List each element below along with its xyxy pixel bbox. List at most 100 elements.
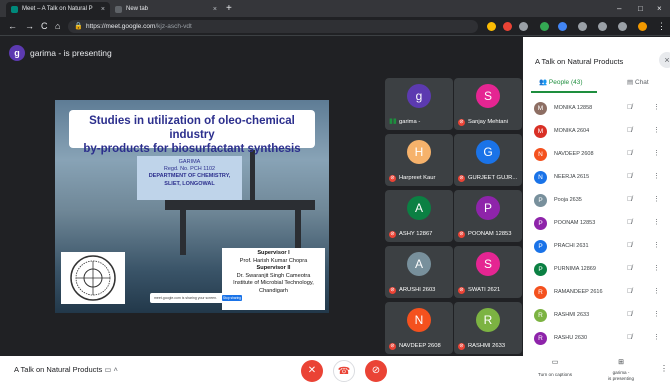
more-options-icon[interactable]: ⋮ bbox=[653, 172, 660, 182]
camera-toggle-button[interactable]: ⊘ bbox=[365, 360, 387, 382]
meeting-details-button[interactable]: A Talk on Natural Products ▭ ˄ bbox=[14, 365, 118, 375]
mic-off-icon[interactable]: 🎙̸ bbox=[627, 149, 632, 159]
participant-avatar: N bbox=[534, 148, 547, 161]
participant-tile[interactable]: N ⊘ NAVDEEP 2608 bbox=[385, 302, 453, 354]
people-panel: A Talk on Natural Products × 👥 People (4… bbox=[523, 37, 670, 383]
maximize-button[interactable]: □ bbox=[638, 0, 643, 17]
more-options-icon[interactable]: ⋮ bbox=[653, 103, 660, 113]
extension-icon[interactable] bbox=[618, 22, 627, 31]
participant-name: RASHMI 2633 bbox=[554, 312, 590, 318]
participant-tile[interactable]: g ▮▮ garima - bbox=[385, 78, 453, 130]
extension-icon[interactable] bbox=[598, 22, 607, 31]
tab-close-icon[interactable]: × bbox=[213, 2, 217, 17]
participant-avatar: A bbox=[407, 196, 431, 220]
participant-name: Pooja 2635 bbox=[554, 197, 582, 203]
more-options-icon[interactable]: ⋮ bbox=[653, 241, 660, 251]
captions-button-label[interactable]: Turn on captions bbox=[531, 372, 579, 378]
list-item[interactable]: N NAVDEEP 2608 🎙̸ ⋮ bbox=[523, 143, 670, 166]
profile-avatar[interactable] bbox=[638, 22, 647, 31]
list-item[interactable]: P Pooja 2635 🎙̸ ⋮ bbox=[523, 189, 670, 212]
more-options-icon[interactable]: ⋮ bbox=[653, 264, 660, 274]
reload-button[interactable]: C bbox=[41, 17, 48, 36]
more-options-icon[interactable]: ⋮ bbox=[660, 364, 668, 373]
participant-name: NAVDEEP 2608 bbox=[399, 343, 441, 349]
mic-off-icon[interactable]: 🎙̸ bbox=[627, 218, 632, 228]
rig-deck bbox=[165, 200, 315, 210]
extension-icon[interactable] bbox=[503, 22, 512, 31]
mic-off-icon[interactable]: 🎙̸ bbox=[627, 241, 632, 251]
extension-icon[interactable] bbox=[540, 22, 549, 31]
participant-tile[interactable]: R ⊘ RASHMI 2633 bbox=[454, 302, 522, 354]
more-options-icon[interactable]: ⋮ bbox=[653, 287, 660, 297]
mic-off-icon[interactable]: 🎙̸ bbox=[627, 172, 632, 182]
muted-mic-icon: ⊘ bbox=[458, 343, 465, 350]
participant-tile[interactable]: S ⊘ Sanjay Mehtani bbox=[454, 78, 522, 130]
tab-close-icon[interactable]: × bbox=[101, 2, 105, 17]
mic-off-icon[interactable]: 🎙̸ bbox=[627, 264, 632, 274]
tab-people[interactable]: 👥 People (43) bbox=[539, 78, 583, 88]
more-options-icon[interactable]: ⋮ bbox=[653, 149, 660, 159]
close-panel-button[interactable]: × bbox=[659, 52, 670, 68]
muted-mic-icon: ⊘ bbox=[458, 119, 465, 126]
stop-sharing-button[interactable]: Stop sharing bbox=[222, 295, 242, 301]
list-item[interactable]: P PURNIMA 12869 🎙̸ ⋮ bbox=[523, 258, 670, 281]
captions-icon[interactable]: ▭ bbox=[535, 358, 575, 366]
more-options-icon[interactable]: ⋮ bbox=[653, 310, 660, 320]
tab-meet[interactable]: Meet – A Talk on Natural P × bbox=[6, 2, 110, 17]
participant-tile[interactable]: S ⊘ SWATI 2621 bbox=[454, 246, 522, 298]
newtab-favicon-icon bbox=[115, 6, 122, 13]
muted-mic-icon: ⊘ bbox=[389, 343, 396, 350]
participant-tile[interactable]: A ⊘ ARUSHI 2603 bbox=[385, 246, 453, 298]
participant-avatar: R bbox=[534, 286, 547, 299]
slide-title-line: Studies in utilization of oleo-chemical … bbox=[89, 115, 295, 141]
presenter-bar: g garima - is presenting bbox=[0, 37, 523, 71]
hang-up-button[interactable]: ☎ bbox=[333, 360, 355, 382]
more-options-icon[interactable]: ⋮ bbox=[653, 218, 660, 228]
participant-tile[interactable]: G ⊘ GURJEET GUJR... bbox=[454, 134, 522, 186]
home-button[interactable]: ⌂ bbox=[55, 17, 60, 36]
list-item[interactable]: N NEERJA 2615 🎙̸ ⋮ bbox=[523, 166, 670, 189]
tab-chat[interactable]: ▤ Chat bbox=[627, 78, 649, 88]
list-item[interactable]: M MONIKA 12858 🎙̸ ⋮ bbox=[523, 97, 670, 120]
present-icon[interactable]: ⊞ bbox=[601, 358, 641, 366]
list-item[interactable]: P PRACHI 2631 🎙̸ ⋮ bbox=[523, 235, 670, 258]
list-item[interactable]: P POONAM 12853 🎙̸ ⋮ bbox=[523, 212, 670, 235]
mic-off-icon[interactable]: 🎙̸ bbox=[627, 195, 632, 205]
participant-name: RASHU 2630 bbox=[554, 335, 588, 341]
url-host: https://meet.google.com bbox=[86, 23, 156, 30]
minimize-button[interactable]: – bbox=[617, 0, 621, 17]
extension-icon[interactable] bbox=[519, 22, 528, 31]
mic-toggle-button[interactable]: ✕ bbox=[301, 360, 323, 382]
browser-menu-icon[interactable]: ⋮ bbox=[657, 17, 666, 36]
muted-mic-icon: ⊘ bbox=[458, 287, 465, 294]
more-options-icon[interactable]: ⋮ bbox=[653, 126, 660, 136]
url-input[interactable]: 🔒 https://meet.google.com/kjz-asch-vdt bbox=[68, 20, 478, 33]
participant-tile[interactable]: P ⊘ POONAM 12853 bbox=[454, 190, 522, 242]
tab-new-tab[interactable]: New tab × bbox=[110, 2, 222, 17]
new-tab-button[interactable]: + bbox=[226, 1, 232, 16]
mic-off-icon[interactable]: 🎙̸ bbox=[627, 310, 632, 320]
address-bar: ← → C ⌂ 🔒 https://meet.google.com/kjz-as… bbox=[0, 17, 670, 36]
list-item[interactable]: M MONIKA 2604 🎙̸ ⋮ bbox=[523, 120, 670, 143]
list-item[interactable]: R RASHMI 2633 🎙̸ ⋮ bbox=[523, 304, 670, 327]
more-options-icon[interactable]: ⋮ bbox=[653, 195, 660, 205]
extension-icon[interactable] bbox=[578, 22, 587, 31]
participant-tile[interactable]: H ⊘ Harpreet Kaur bbox=[385, 134, 453, 186]
mic-off-icon[interactable]: 🎙̸ bbox=[627, 333, 632, 343]
list-item[interactable]: R RAMANDEEP 2616 🎙̸ ⋮ bbox=[523, 281, 670, 304]
mic-off-icon[interactable]: 🎙̸ bbox=[627, 287, 632, 297]
rig-leg bbox=[180, 210, 186, 255]
close-window-button[interactable]: × bbox=[657, 0, 662, 17]
extension-icon[interactable] bbox=[558, 22, 567, 31]
participant-name: POONAM 12853 bbox=[468, 231, 512, 237]
forward-button[interactable]: → bbox=[25, 17, 34, 36]
list-item[interactable]: R RASHU 2630 🎙̸ ⋮ bbox=[523, 327, 670, 350]
supervisor-1-label: Supervisor I bbox=[257, 250, 290, 256]
participant-tile[interactable]: A ⊘ ASHY 12867 bbox=[385, 190, 453, 242]
extension-icon[interactable] bbox=[487, 22, 496, 31]
participant-avatar: S bbox=[476, 252, 500, 276]
back-button[interactable]: ← bbox=[8, 17, 17, 36]
mic-off-icon[interactable]: 🎙̸ bbox=[627, 103, 632, 113]
more-options-icon[interactable]: ⋮ bbox=[653, 333, 660, 343]
mic-off-icon[interactable]: 🎙̸ bbox=[627, 126, 632, 136]
